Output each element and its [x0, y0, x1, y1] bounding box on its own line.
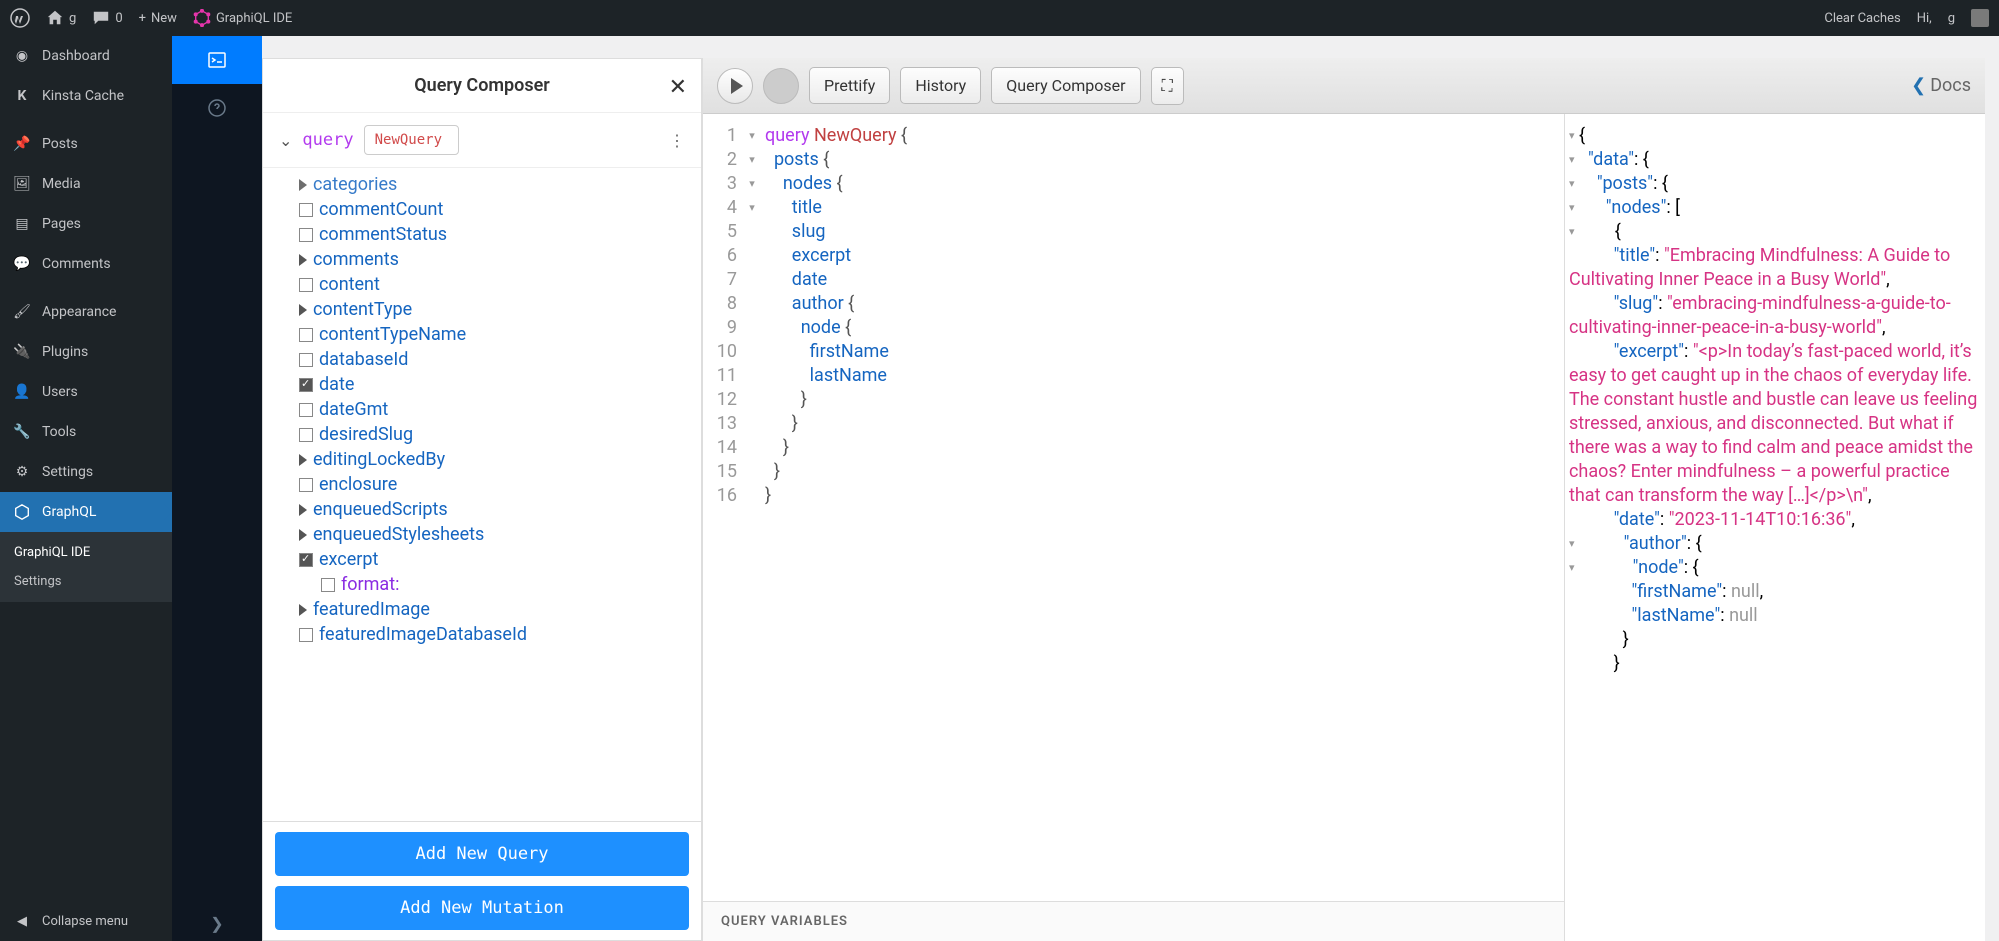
admin-sidebar: ◉Dashboard KKinsta Cache 📌Posts 🖼Media ▤…: [0, 36, 172, 941]
clear-caches[interactable]: Clear Caches: [1824, 11, 1900, 26]
composer-title: Query Composer: [414, 75, 550, 96]
field-categories[interactable]: categories: [299, 172, 689, 197]
menu-plugins[interactable]: 🔌Plugins: [0, 332, 172, 372]
menu-tools[interactable]: 🔧Tools: [0, 412, 172, 452]
field-format[interactable]: format:: [321, 572, 689, 597]
query-composer-panel: Query Composer ✕ ⌄ query ⋮ categoriescom…: [262, 58, 702, 941]
field-dateGmt[interactable]: dateGmt: [299, 397, 689, 422]
ide-toolbar: Prettify History Query Composer ⛶ ❮ Docs: [703, 58, 1985, 114]
field-list: categoriescommentCountcommentStatuscomme…: [263, 168, 701, 821]
field-enqueuedStylesheets[interactable]: enqueuedStylesheets: [299, 522, 689, 547]
query-name-input[interactable]: [364, 125, 459, 155]
menu-graphql[interactable]: GraphQL: [0, 492, 172, 532]
query-editor[interactable]: 12345678910111213141516 ▾▾▾▾ query NewQu…: [703, 114, 1565, 941]
field-date[interactable]: date: [299, 372, 689, 397]
field-excerpt[interactable]: excerpt: [299, 547, 689, 572]
graphiql-ide: Query Composer ✕ ⌄ query ⋮ categoriescom…: [262, 58, 1985, 941]
ide-rail: ❯: [172, 36, 262, 941]
submenu-settings[interactable]: Settings: [0, 567, 172, 596]
menu-appearance[interactable]: 🖌Appearance: [0, 292, 172, 332]
menu-comments[interactable]: 💬Comments: [0, 244, 172, 284]
user-initial: g: [1948, 11, 1955, 26]
field-desiredSlug[interactable]: desiredSlug: [299, 422, 689, 447]
graphiql-ide-link[interactable]: GraphiQL IDE: [193, 9, 292, 27]
field-commentCount[interactable]: commentCount: [299, 197, 689, 222]
home-icon[interactable]: g: [46, 9, 76, 27]
close-icon[interactable]: ✕: [669, 75, 687, 100]
howdy[interactable]: Hi,: [1917, 11, 1932, 26]
query-variables-header[interactable]: QUERY VARIABLES: [703, 901, 1564, 941]
field-contentTypeName[interactable]: contentTypeName: [299, 322, 689, 347]
field-content[interactable]: content: [299, 272, 689, 297]
user-avatar[interactable]: [1971, 9, 1989, 27]
graphql-submenu: GraphiQL IDE Settings: [0, 532, 172, 602]
menu-media[interactable]: 🖼Media: [0, 164, 172, 204]
add-mutation-button[interactable]: Add New Mutation: [275, 886, 689, 930]
field-contentType[interactable]: contentType: [299, 297, 689, 322]
run-button[interactable]: [717, 68, 753, 104]
add-query-button[interactable]: Add New Query: [275, 832, 689, 876]
rail-terminal-icon[interactable]: [172, 36, 262, 84]
field-commentStatus[interactable]: commentStatus: [299, 222, 689, 247]
menu-settings[interactable]: ⚙Settings: [0, 452, 172, 492]
menu-posts[interactable]: 📌Posts: [0, 124, 172, 164]
field-databaseId[interactable]: databaseId: [299, 347, 689, 372]
field-editingLockedBy[interactable]: editingLockedBy: [299, 447, 689, 472]
comments-bubble[interactable]: 0: [92, 9, 122, 27]
field-comments[interactable]: comments: [299, 247, 689, 272]
history-button[interactable]: History: [900, 67, 981, 104]
wp-admin-bar: g 0 + New GraphiQL IDE Clear Caches Hi, …: [0, 0, 1999, 36]
new-content[interactable]: + New: [139, 11, 177, 26]
field-featuredImageDatabaseId[interactable]: featuredImageDatabaseId: [299, 622, 689, 647]
field-enqueuedScripts[interactable]: enqueuedScripts: [299, 497, 689, 522]
collapse-menu[interactable]: ◀Collapse menu: [0, 901, 172, 941]
kebab-menu-icon[interactable]: ⋮: [669, 131, 685, 150]
menu-kinsta[interactable]: KKinsta Cache: [0, 76, 172, 116]
query-header: ⌄ query ⋮: [263, 113, 701, 168]
docs-button[interactable]: ❮ Docs: [1911, 75, 1971, 96]
query-keyword: query: [302, 130, 353, 150]
rail-help-icon[interactable]: [172, 84, 262, 132]
query-composer-button[interactable]: Query Composer: [991, 67, 1140, 104]
menu-users[interactable]: 👤Users: [0, 372, 172, 412]
fullscreen-icon[interactable]: ⛶: [1151, 67, 1184, 105]
menu-dashboard[interactable]: ◉Dashboard: [0, 36, 172, 76]
submenu-ide[interactable]: GraphiQL IDE: [0, 538, 172, 567]
field-enclosure[interactable]: enclosure: [299, 472, 689, 497]
menu-pages[interactable]: ▤Pages: [0, 204, 172, 244]
field-featuredImage[interactable]: featuredImage: [299, 597, 689, 622]
rail-expand-icon[interactable]: ❯: [210, 914, 223, 933]
wp-logo[interactable]: [10, 8, 30, 28]
results-pane: ▾{▾ "data": {▾ "posts": {▾ "nodes": [▾ {…: [1565, 114, 1985, 941]
user-avatar-toolbar[interactable]: [763, 68, 799, 104]
prettify-button[interactable]: Prettify: [809, 67, 890, 104]
chevron-down-icon[interactable]: ⌄: [279, 131, 292, 150]
